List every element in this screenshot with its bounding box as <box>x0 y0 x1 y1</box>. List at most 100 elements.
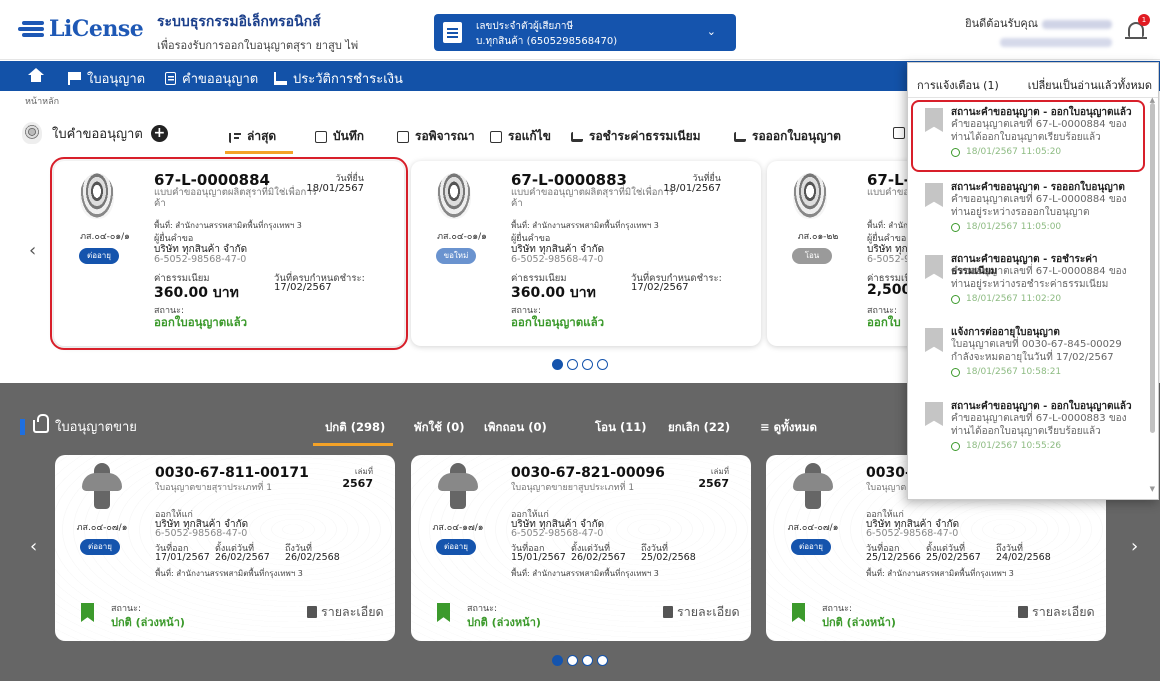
form-code: ภส.๐๔-๐๑/๑ <box>437 232 487 242</box>
tab-view-all[interactable]: ≡ ดูทั้งหมด <box>760 419 817 437</box>
status-value: ปกติ (ล่วงหน้า) <box>467 616 541 629</box>
to-date: 24/02/2568 <box>996 552 1051 563</box>
user-welcome[interactable]: ยินดีต้อนรับคุณ <box>965 14 1112 51</box>
due-date: 17/02/2567 <box>274 282 332 293</box>
logo-mark-icon <box>18 20 44 38</box>
area: พื้นที่: สำนักงานสรรพสามิตพื้นที่กรุงเทพ… <box>866 569 1014 578</box>
tab-pending-fix[interactable]: รอแก้ไข <box>490 127 551 146</box>
status-value: ปกติ (ล่วงหน้า) <box>822 616 896 629</box>
application-card[interactable]: ภส.๐๔-๐๑/๑ ต่ออายุ 67-L-0000884 แบบคำขออ… <box>50 157 408 350</box>
notification-time: 18/01/2567 11:02:20 <box>951 294 1061 304</box>
licenses-prev-arrow[interactable]: ‹ <box>30 536 37 557</box>
application-card[interactable]: ภส.๐๔-๐๑/๑ ขอใหม่ 67-L-0000883 แบบคำขออน… <box>411 161 761 346</box>
notification-time: 18/01/2567 10:58:21 <box>951 367 1061 377</box>
bookmark-icon <box>925 108 943 132</box>
building-icon <box>443 22 462 43</box>
tab-normal[interactable]: ปกติ (298) <box>325 419 385 437</box>
licenses-next-arrow[interactable]: › <box>1131 536 1138 557</box>
tab-latest-label: ล่าสุด <box>247 129 277 143</box>
notification-item[interactable]: แจ้งการต่ออายุใบอนุญาต ใบอนุญาตเลขที่ 00… <box>914 323 1142 389</box>
checkbox-icon <box>397 130 409 143</box>
tab-transferred[interactable]: โอน (11) <box>595 419 646 437</box>
license-card[interactable]: ภส.๐๔-๐๗/๑ ต่ออายุ 0030-67-811-00171 ใบอ… <box>55 455 395 641</box>
nav-licenses[interactable]: ใบอนุญาต <box>68 68 145 89</box>
detail-link[interactable]: รายละเอียด <box>663 602 740 622</box>
tab-pending-payment[interactable]: รอชำระค่าธรรมเนียม <box>571 127 701 146</box>
status-badge: ต่ออายุ <box>791 539 831 555</box>
notification-item[interactable]: สถานะคำขออนุญาต - ออกใบอนุญาตแล้ว คำขออน… <box>914 397 1142 463</box>
notification-time-text: 18/01/2567 11:05:00 <box>966 222 1062 232</box>
notification-item[interactable]: สถานะคำขออนุญาต - รอชำระค่าธรรมเนียม คำข… <box>914 250 1142 316</box>
scroll-down-icon[interactable]: ▼ <box>1150 485 1155 493</box>
tab-pending-review[interactable]: รอพิจารณา <box>397 127 475 146</box>
detail-label: รายละเอียด <box>677 604 740 619</box>
nav-payment-history-label: ประวัติการชำระเงิน <box>293 72 403 87</box>
tab-saved[interactable]: บันทึก <box>315 127 364 146</box>
tab-pending-fix-label: รอแก้ไข <box>508 129 551 143</box>
document-icon <box>663 606 673 618</box>
welcome-text: ยินดีต้อนรับคุณ <box>965 17 1038 30</box>
tax-id: 6-5052-98568-47-0 <box>154 254 247 265</box>
license-logo[interactable]: LiCense <box>18 16 144 42</box>
bookmark-icon <box>925 328 943 352</box>
page-dot[interactable] <box>597 359 608 370</box>
tab-pending-issue[interactable]: รอออกใบอนุญาต <box>734 127 841 146</box>
add-application-button[interactable]: + <box>150 124 168 142</box>
document-icon <box>307 606 317 618</box>
detail-link[interactable]: รายละเอียด <box>1018 602 1095 622</box>
applications-title: ใบคำขออนุญาต <box>52 126 143 142</box>
status-badge: ต่ออายุ <box>80 539 120 555</box>
page-dot[interactable] <box>582 359 593 370</box>
breadcrumb[interactable]: หน้าหลัก <box>25 94 59 108</box>
tab-suspended[interactable]: พักใช้ (0) <box>414 419 464 437</box>
garuda-emblem-icon <box>793 463 833 509</box>
tab-cancelled[interactable]: ยกเลิก (22) <box>668 419 730 437</box>
edit-icon <box>893 127 905 139</box>
notification-time-text: 18/01/2567 11:02:20 <box>966 294 1062 304</box>
page-dot[interactable] <box>552 359 563 370</box>
nav-applications[interactable]: คำขออนุญาต <box>165 68 258 89</box>
page-dot[interactable] <box>582 655 593 666</box>
cart-icon <box>274 72 287 85</box>
form-code: ภส.๐๔-๐๗/๑ <box>76 523 128 533</box>
applications-pagination <box>552 359 608 370</box>
notification-time: 18/01/2567 11:05:20 <box>951 147 1061 157</box>
page-dot[interactable] <box>567 359 578 370</box>
page-dot[interactable] <box>567 655 578 666</box>
license-number: 0030-67-811-00171 <box>155 465 309 481</box>
notification-time: 18/01/2567 11:05:00 <box>951 222 1061 232</box>
licensee-selector[interactable]: เลขประจำตัวผู้เสียภาษี บ.ทุกสินค้า (6505… <box>434 14 736 51</box>
document-icon <box>165 72 176 85</box>
page-dot[interactable] <box>597 655 608 666</box>
license-card[interactable]: ภส.๐๔-๑๗/๑ ต่ออายุ 0030-67-821-00096 ใบอ… <box>411 455 751 641</box>
scrollbar[interactable] <box>1150 103 1155 433</box>
tax-id: 6-5052-98568-47-0 <box>511 528 604 539</box>
nav-payment-history[interactable]: ประวัติการชำระเงิน <box>274 68 403 89</box>
system-title: ระบบธุรกรรมอิเล็กทรอนิกส์ <box>157 14 321 30</box>
status-badge: ต่ออายุ <box>79 248 119 264</box>
status-value: ปกติ (ล่วงหน้า) <box>111 616 185 629</box>
mark-all-read-link[interactable]: เปลี่ยนเป็นอ่านแล้วทั้งหมด <box>1028 76 1152 94</box>
tab-revoked[interactable]: เพิกถอน (0) <box>484 419 547 437</box>
notification-item[interactable]: สถานะคำขออนุญาต - รอออกใบอนุญาต คำขออนุญ… <box>914 178 1142 244</box>
applications-prev-arrow[interactable]: ‹ <box>29 240 36 261</box>
detail-link[interactable]: รายละเอียด <box>307 602 384 622</box>
bookmark-icon <box>925 255 943 279</box>
notification-title: แจ้งการต่ออายุใบอนุญาต <box>951 327 1060 338</box>
notification-bell-icon[interactable]: 1 <box>1122 14 1150 44</box>
licensee-label: เลขประจำตัวผู้เสียภาษี <box>476 21 574 32</box>
notification-title: สถานะคำขออนุญาต - ออกใบอนุญาตแล้ว <box>951 107 1132 118</box>
issue-date: 15/01/2567 <box>511 552 566 563</box>
issue-date: 17/01/2567 <box>155 552 210 563</box>
tab-latest[interactable]: ล่าสุด <box>229 127 276 146</box>
nav-licenses-label: ใบอนุญาต <box>87 72 146 87</box>
sort-icon <box>229 130 241 143</box>
from-date: 26/02/2567 <box>215 552 270 563</box>
area: พื้นที่: สำนักงานสรรพสามิตพื้นที่กรุงเทพ… <box>511 569 659 578</box>
tab-pending-review-label: รอพิจารณา <box>415 129 475 143</box>
notification-item[interactable]: สถานะคำขออนุญาต - ออกใบอนุญาตแล้ว คำขออน… <box>911 100 1145 172</box>
home-icon[interactable] <box>28 68 44 82</box>
detail-label: รายละเอียด <box>321 604 384 619</box>
tab-view-all-label: ดูทั้งหมด <box>773 420 817 434</box>
page-dot[interactable] <box>552 655 563 666</box>
